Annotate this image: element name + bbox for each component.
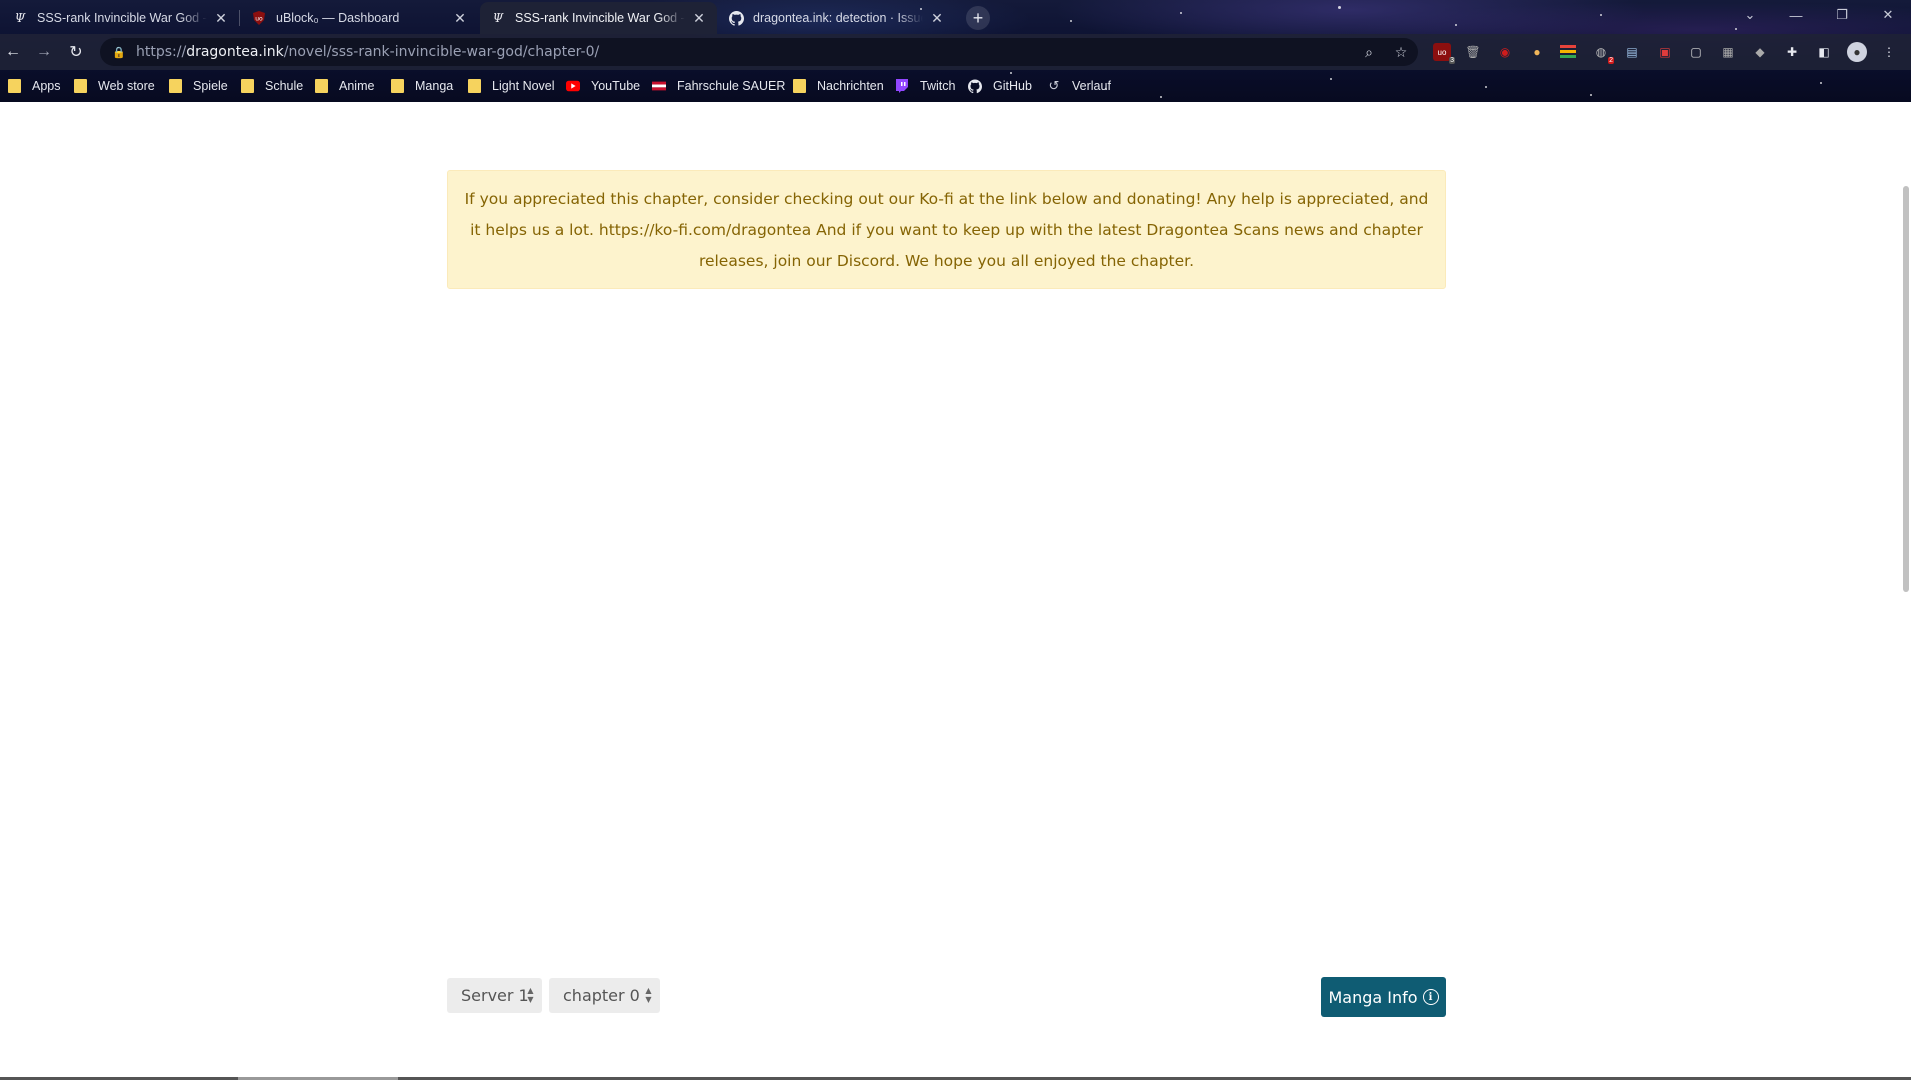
tab-title: SSS-rank Invincible War God - ch [37, 11, 207, 25]
svg-text:uo: uo [255, 16, 263, 23]
folder-icon [168, 79, 182, 93]
bookmark-youtube[interactable]: YouTube [566, 76, 640, 96]
browser-chrome: Ψ SSS-rank Invincible War God - ch ✕ uo … [0, 0, 1911, 102]
menu-icon[interactable]: ⋮ [1880, 43, 1898, 61]
bookmark-star-icon[interactable]: ☆ [1393, 44, 1409, 60]
scrollbar-thumb[interactable] [1903, 186, 1909, 592]
bookmark-anime[interactable]: Anime [314, 76, 374, 96]
bookmarks-bar: Apps Web store Spiele Schule Anime Manga… [0, 70, 1911, 102]
github-icon [968, 79, 982, 93]
select-arrows-icon: ▲ ▼ [645, 986, 652, 1004]
github-icon [728, 10, 744, 26]
folder-icon [240, 79, 254, 93]
bookmark-spiele[interactable]: Spiele [168, 76, 228, 96]
url-text: https://dragontea.ink/novel/sss-rank-inv… [136, 44, 600, 60]
bookmark-verlauf[interactable]: ↺ Verlauf [1047, 76, 1111, 96]
side-panel-icon[interactable]: ◧ [1815, 43, 1833, 61]
profile-avatar[interactable]: ● [1847, 42, 1867, 62]
stripes-extension-icon[interactable] [1559, 43, 1577, 61]
folder-icon [7, 79, 21, 93]
tab-strip: Ψ SSS-rank Invincible War God - ch ✕ uo … [0, 0, 1911, 34]
ublock-icon: uo [251, 10, 267, 26]
bookmark-fahrschule-sauer[interactable]: Fahrschule SAUER [652, 76, 785, 96]
twitch-icon [895, 79, 909, 93]
server-select[interactable]: Server 1 ▲ ▼ [447, 978, 542, 1013]
cookie-extension-icon[interactable]: ◍ 2 [1592, 43, 1614, 64]
spiral-extension-icon[interactable]: ◉ [1496, 43, 1514, 61]
folder-icon [467, 79, 481, 93]
back-icon[interactable]: ← [0, 39, 26, 65]
flag-icon [652, 79, 666, 93]
camera-extension-icon[interactable]: ▣ [1656, 43, 1674, 61]
donation-notice: If you appreciated this chapter, conside… [447, 170, 1446, 289]
briefcase-extension-icon[interactable]: ▤ [1623, 43, 1641, 61]
zoom-icon[interactable]: ⌕ [1361, 44, 1377, 60]
lock-icon: 🔒 [112, 46, 126, 59]
manga-info-label: Manga Info [1328, 987, 1418, 1007]
tab-separator [239, 10, 240, 26]
minimize-icon[interactable]: — [1773, 0, 1819, 30]
new-tab-button[interactable]: + [966, 6, 990, 30]
tab-github-issue[interactable]: dragontea.ink: detection · Issue # ✕ [718, 2, 955, 34]
dragontea-icon: Ψ [492, 11, 504, 25]
bookmark-github[interactable]: GitHub [968, 76, 1032, 96]
server-select-value: Server 1 [461, 986, 529, 1005]
close-window-icon[interactable]: ✕ [1865, 0, 1911, 30]
browser-toolbar: ← → ↻ 🔒 https://dragontea.ink/novel/sss-… [0, 34, 1911, 70]
history-icon: ↺ [1048, 78, 1060, 93]
close-icon[interactable]: ✕ [213, 10, 229, 26]
address-bar[interactable]: 🔒 https://dragontea.ink/novel/sss-rank-i… [100, 38, 1418, 66]
bookmark-apps[interactable]: Apps [7, 76, 61, 96]
restore-icon[interactable]: ❐ [1819, 0, 1865, 30]
folder-icon [314, 79, 328, 93]
tab-sss-rank-1[interactable]: Ψ SSS-rank Invincible War God - ch ✕ [2, 2, 239, 34]
glasses-extension-icon[interactable]: ▢ [1687, 43, 1705, 61]
tab-ublock-dashboard[interactable]: uo uBlock₀ — Dashboard ✕ [241, 2, 478, 34]
tab-title: uBlock₀ — Dashboard [276, 11, 400, 25]
scrollbar[interactable] [1900, 102, 1911, 1080]
youtube-icon [566, 79, 580, 93]
drop-extension-icon[interactable]: ◆ [1751, 43, 1769, 61]
forward-icon[interactable]: → [31, 39, 57, 65]
tab-sss-rank-active[interactable]: Ψ SSS-rank Invincible War God - ch ✕ [480, 2, 717, 34]
ublock-extension-icon[interactable]: uo 3 [1433, 43, 1455, 64]
pages-extension-icon[interactable]: ▦ [1719, 43, 1737, 61]
puzzle-icon[interactable]: ✚ [1783, 43, 1801, 61]
bookmark-web-store[interactable]: Web store [73, 76, 155, 96]
chapter-select-value: chapter 0 [563, 986, 640, 1005]
close-icon[interactable]: ✕ [929, 10, 945, 26]
manga-info-button[interactable]: Manga Info i [1321, 977, 1446, 1017]
page-content: If you appreciated this chapter, conside… [0, 102, 1911, 1080]
bookmark-light-novel[interactable]: Light Novel [467, 76, 555, 96]
bookmark-schule[interactable]: Schule [240, 76, 303, 96]
bulb-extension-icon[interactable]: ● [1528, 43, 1546, 61]
bookmark-twitch[interactable]: Twitch [895, 76, 955, 96]
bookmark-manga[interactable]: Manga [390, 76, 453, 96]
folder-icon [390, 79, 404, 93]
dragontea-icon: Ψ [14, 11, 26, 25]
tab-search-icon[interactable]: ⌄ [1727, 0, 1773, 30]
folder-icon [792, 79, 806, 93]
close-icon[interactable]: ✕ [452, 10, 468, 26]
info-icon: i [1422, 989, 1439, 1005]
select-arrows-icon: ▲ ▼ [527, 986, 534, 1004]
trash-extension-icon[interactable]: 🗑 [1464, 43, 1482, 61]
close-icon[interactable]: ✕ [691, 10, 707, 26]
chapter-select[interactable]: chapter 0 ▲ ▼ [549, 978, 660, 1013]
tab-title: SSS-rank Invincible War God - ch [515, 11, 685, 25]
reload-icon[interactable]: ↻ [63, 39, 89, 65]
bookmark-nachrichten[interactable]: Nachrichten [792, 76, 884, 96]
tab-title: dragontea.ink: detection · Issue # [753, 11, 923, 25]
folder-icon [73, 79, 87, 93]
